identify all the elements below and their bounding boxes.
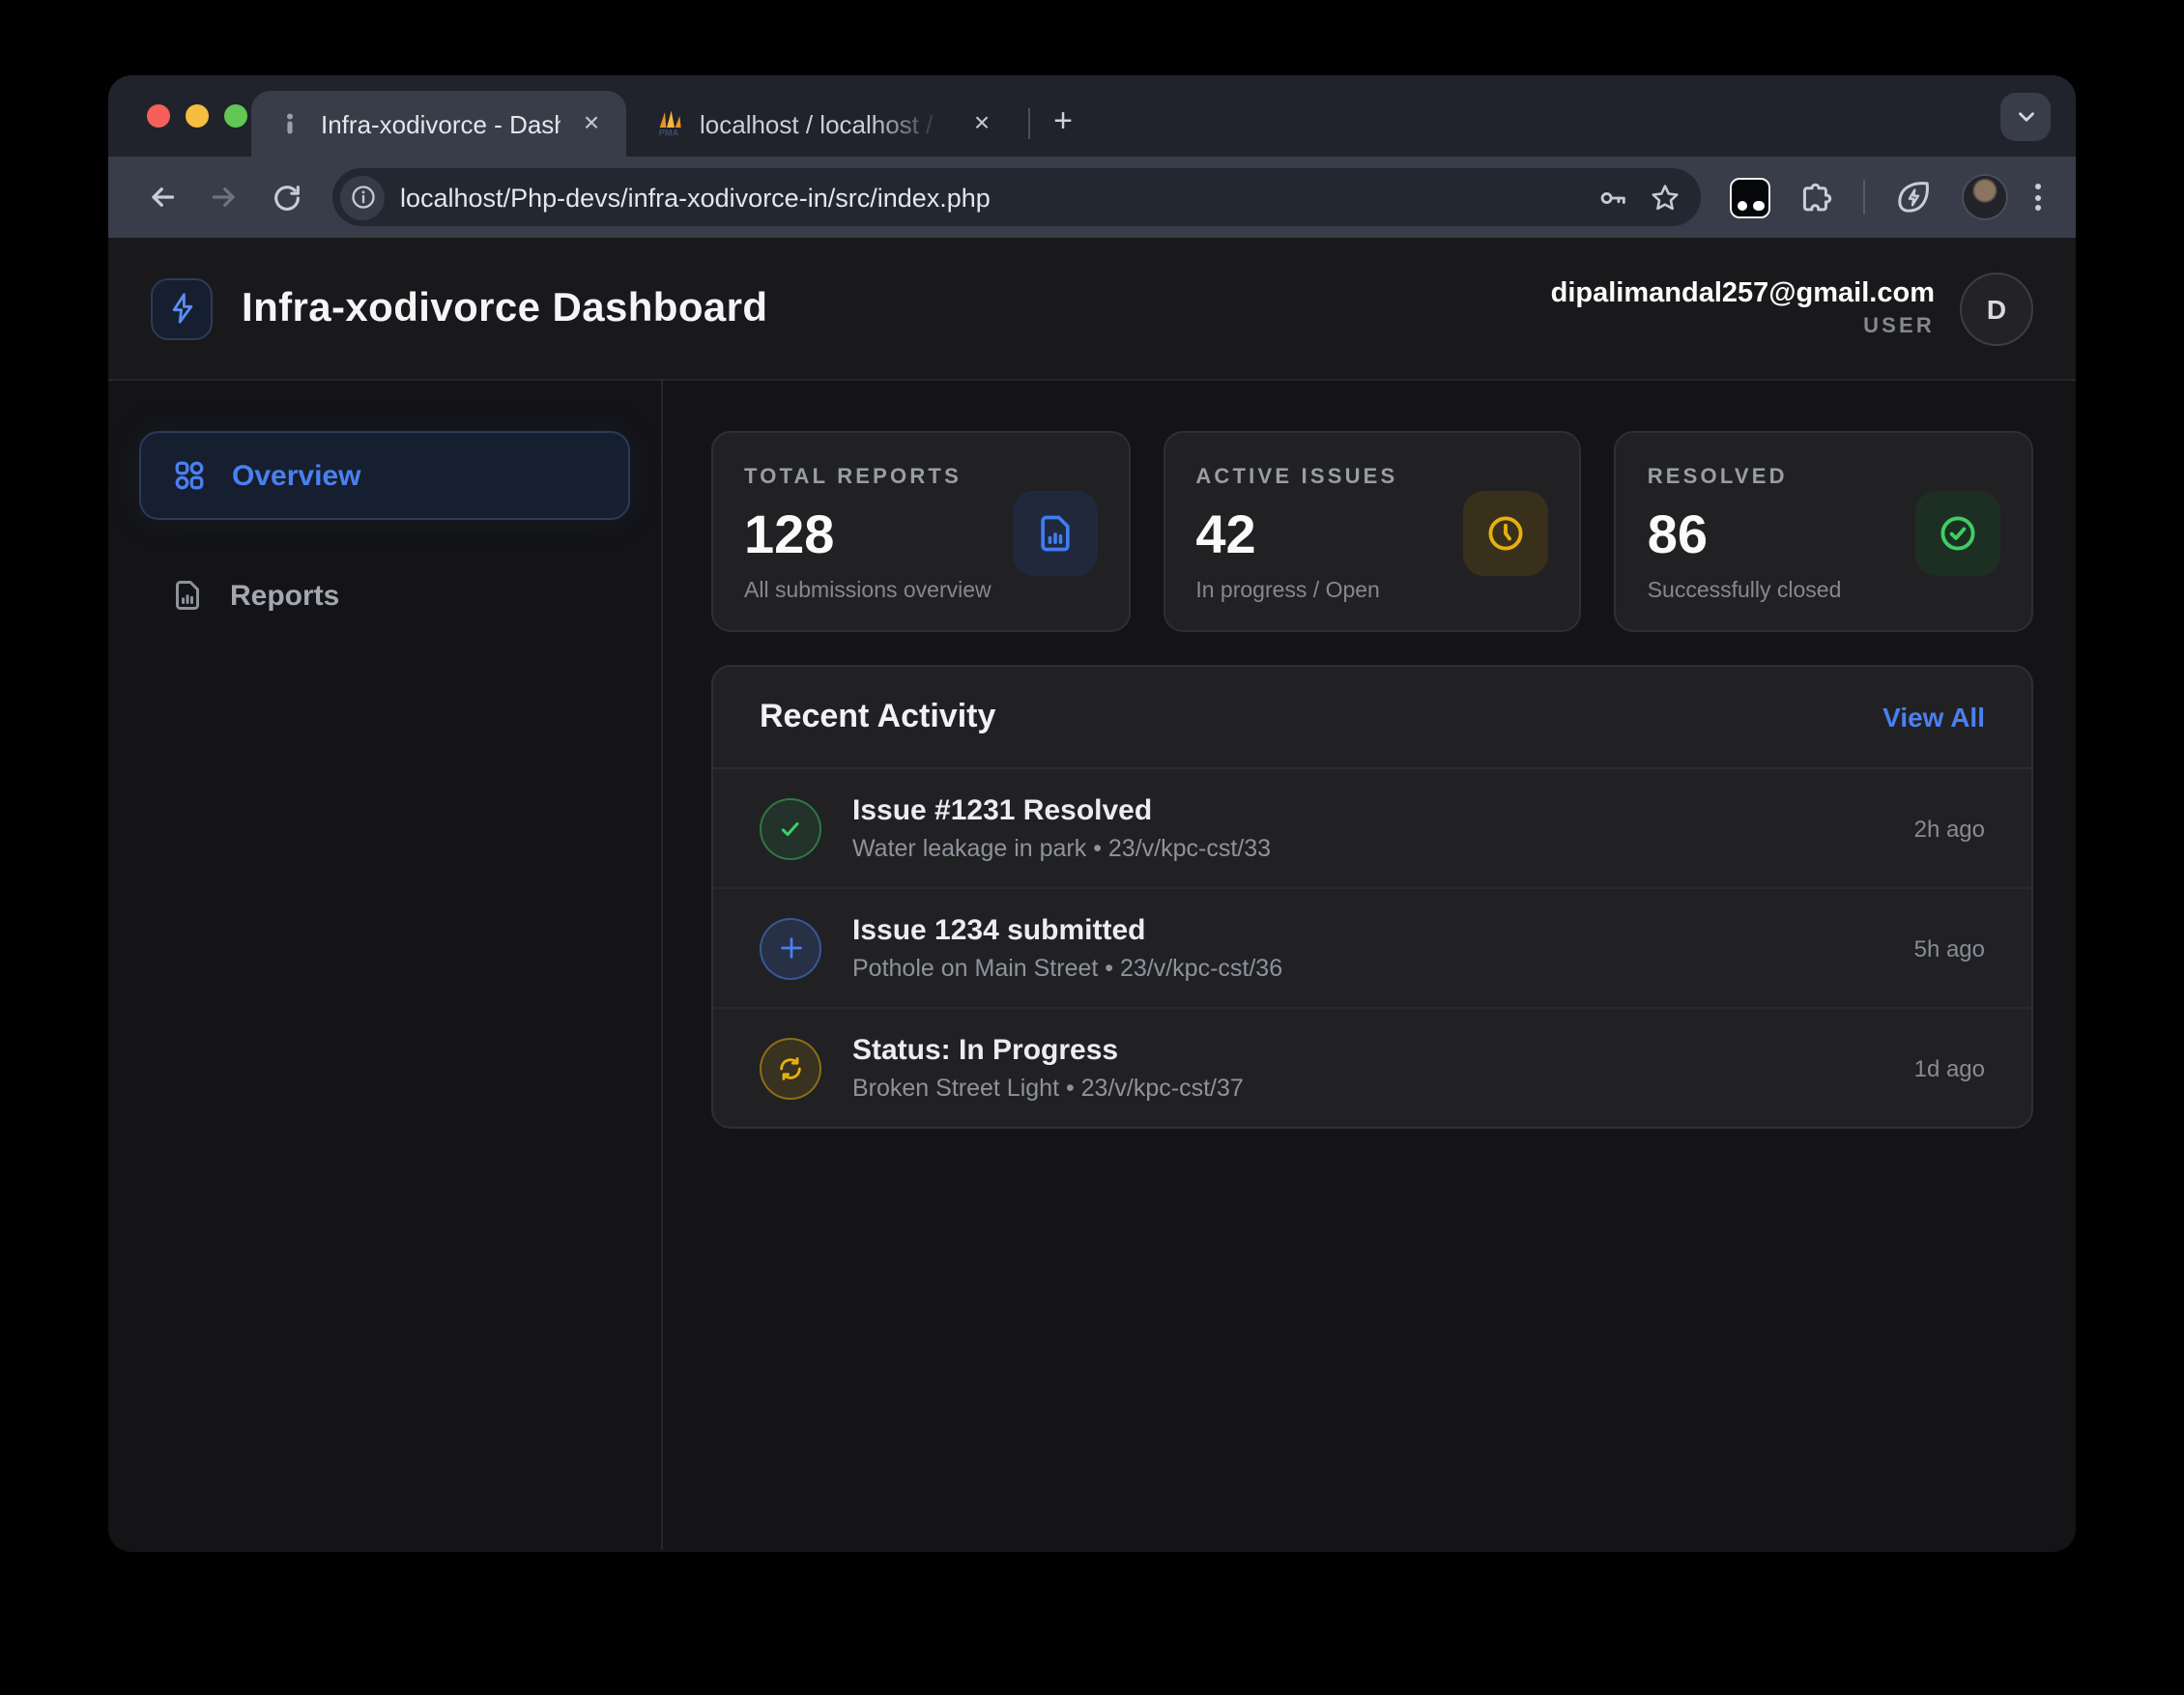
view-all-link[interactable]: View All	[1882, 702, 1985, 733]
stat-subtitle: In progress / Open	[1195, 580, 1548, 603]
sidebar: Overview Reports	[108, 381, 663, 1550]
stat-subtitle: Successfully closed	[1648, 580, 2000, 603]
sync-icon	[760, 1037, 821, 1099]
activity-row[interactable]: Status: In Progress Broken Street Light …	[713, 1009, 2031, 1127]
stat-card-resolved: RESOLVED 86 Successfully closed	[1615, 431, 2033, 632]
file-chart-icon	[170, 578, 205, 613]
phpmyadmin-favicon-icon: PMA	[653, 108, 684, 139]
window-controls	[147, 104, 247, 128]
browser-menu-icon[interactable]	[2035, 184, 2041, 211]
activity-item-title: Issue #1231 Resolved	[852, 794, 1883, 827]
svg-text:PMA: PMA	[659, 129, 679, 138]
activity-item-subtitle: Pothole on Main Street • 23/v/kpc-cst/36	[852, 955, 1883, 982]
user-email: dipalimandal257@gmail.com	[1551, 278, 1935, 309]
tab-phpmyadmin[interactable]: PMA localhost / localhost / infra-xo ×	[630, 91, 1017, 157]
password-key-icon[interactable]	[1596, 181, 1629, 214]
tab-strip: Infra-xodivorce - Dashboard × PMA localh…	[108, 75, 2076, 157]
check-circle-icon	[1915, 491, 2000, 576]
user-avatar[interactable]: D	[1960, 272, 2033, 345]
app-header: Infra-xodivorce Dashboard dipalimandal25…	[108, 238, 2076, 381]
stat-cards: TOTAL REPORTS 128 All submissions overvi…	[711, 431, 2033, 632]
fullscreen-window-button[interactable]	[224, 104, 247, 128]
browser-profile-avatar[interactable]	[1962, 174, 2008, 220]
grid-icon	[172, 458, 207, 493]
url-bar[interactable]: localhost/Php-devs/infra-xodivorce-in/sr…	[332, 168, 1701, 226]
stat-subtitle: All submissions overview	[744, 580, 1097, 603]
activity-timestamp: 1d ago	[1914, 1054, 1985, 1081]
sidebar-item-overview[interactable]: Overview	[139, 431, 630, 520]
activity-timestamp: 2h ago	[1914, 815, 1985, 842]
close-window-button[interactable]	[147, 104, 170, 128]
check-icon	[760, 797, 821, 859]
forward-button[interactable]	[197, 170, 251, 224]
screen: Infra-xodivorce - Dashboard × PMA localh…	[0, 0, 2184, 1695]
stat-card-active-issues: ACTIVE ISSUES 42 In progress / Open	[1163, 431, 1581, 632]
info-favicon-icon	[274, 108, 305, 139]
app-logo	[151, 277, 213, 339]
stat-label: TOTAL REPORTS	[744, 466, 1097, 489]
activity-row[interactable]: Issue 1234 submitted Pothole on Main Str…	[713, 889, 2031, 1009]
activity-item-title: Status: In Progress	[852, 1034, 1883, 1067]
tab-title: localhost / localhost / infra-xo	[700, 109, 951, 138]
close-tab-icon[interactable]: ×	[576, 108, 607, 139]
dashboard-page: Infra-xodivorce Dashboard dipalimandal25…	[108, 238, 2076, 1550]
sidebar-item-label: Overview	[232, 459, 360, 492]
sidebar-item-reports[interactable]: Reports	[139, 553, 630, 638]
activity-item-subtitle: Water leakage in park • 23/v/kpc-cst/33	[852, 835, 1883, 862]
tab-search-button[interactable]	[2000, 93, 2051, 141]
recent-activity-card: Recent Activity View All Issue #1231 Res…	[711, 665, 2033, 1129]
minimize-window-button[interactable]	[186, 104, 209, 128]
chevron-down-icon	[2013, 104, 2038, 129]
close-tab-icon[interactable]: ×	[966, 108, 997, 139]
stat-card-total-reports: TOTAL REPORTS 128 All submissions overvi…	[711, 431, 1130, 632]
sidebar-item-label: Reports	[230, 579, 339, 612]
reload-button[interactable]	[259, 170, 313, 224]
stat-label: RESOLVED	[1648, 466, 2000, 489]
clock-icon	[1464, 491, 1549, 576]
activity-item-title: Issue 1234 submitted	[852, 914, 1883, 947]
activity-title: Recent Activity	[760, 698, 995, 736]
toolbar-divider	[1863, 180, 1865, 215]
performance-leaf-icon[interactable]	[1894, 178, 1933, 216]
back-button[interactable]	[135, 170, 189, 224]
tab-title: Infra-xodivorce - Dashboard	[321, 109, 560, 138]
bookmark-star-icon[interactable]	[1649, 181, 1681, 214]
browser-toolbar: localhost/Php-devs/infra-xodivorce-in/sr…	[108, 157, 2076, 238]
tab-dashboard[interactable]: Infra-xodivorce - Dashboard ×	[251, 91, 626, 157]
lightning-icon	[165, 292, 198, 325]
activity-timestamp: 5h ago	[1914, 934, 1985, 962]
user-role-badge: USER	[1551, 315, 1935, 338]
browser-window: Infra-xodivorce - Dashboard × PMA localh…	[108, 75, 2076, 1552]
activity-row[interactable]: Issue #1231 Resolved Water leakage in pa…	[713, 769, 2031, 889]
file-chart-icon	[1012, 491, 1097, 576]
url-text[interactable]: localhost/Php-devs/infra-xodivorce-in/sr…	[400, 183, 1577, 212]
reload-icon	[270, 181, 302, 214]
extension-shortcut-icon[interactable]	[1730, 177, 1770, 217]
extensions-puzzle-icon[interactable]	[1797, 179, 1834, 215]
page-title: Infra-xodivorce Dashboard	[242, 285, 767, 331]
activity-item-subtitle: Broken Street Light • 23/v/kpc-cst/37	[852, 1075, 1883, 1102]
arrow-right-icon	[207, 180, 242, 215]
site-info-icon[interactable]	[340, 175, 385, 219]
tab-divider	[1028, 108, 1030, 139]
arrow-left-icon	[145, 180, 180, 215]
plus-icon	[760, 917, 821, 979]
main-content: TOTAL REPORTS 128 All submissions overvi…	[663, 381, 2076, 1550]
stat-label: ACTIVE ISSUES	[1195, 466, 1548, 489]
new-tab-button[interactable]: +	[1042, 101, 1084, 143]
